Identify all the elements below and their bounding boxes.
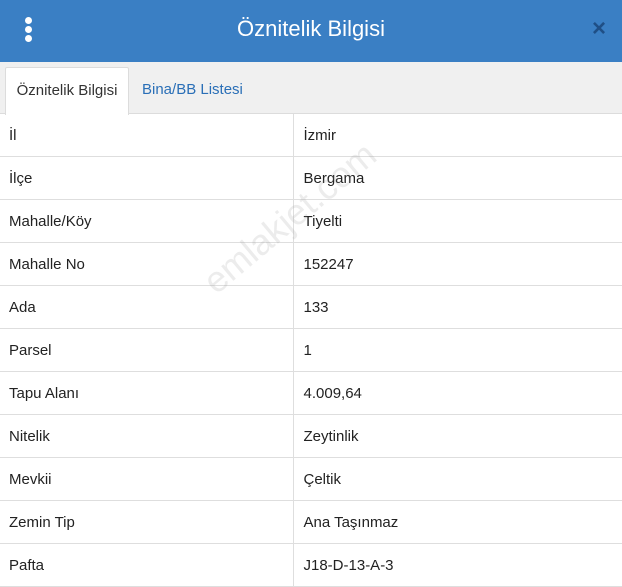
table-row: Pafta J18-D-13-A-3: [0, 543, 622, 587]
attribute-table: İl İzmir İlçe Bergama Mahalle/Köy Tiyelti Maha…: [0, 114, 622, 587]
attribute-value: Çeltik: [292, 457, 622, 501]
attribute-label: İlçe: [0, 156, 293, 200]
table-row: İlçe Bergama: [0, 156, 622, 200]
attribute-label: Mevkii: [0, 457, 293, 501]
table-row: Ada 133: [0, 285, 622, 329]
table-row: Mahalle No 152247: [0, 242, 622, 286]
table-row: Tapu Alanı 4.009,64: [0, 371, 622, 415]
attribute-label: Mahalle No: [0, 242, 293, 286]
attribute-value: 152247: [292, 242, 622, 286]
table-row: Mahalle/Köy Tiyelti: [0, 199, 622, 243]
close-icon[interactable]: ×: [586, 16, 612, 42]
attribute-label: Mahalle/Köy: [0, 199, 293, 243]
attribute-value: Bergama: [292, 156, 622, 200]
table-row: İl İzmir: [0, 114, 622, 157]
attribute-label: Zemin Tip: [0, 500, 293, 544]
tab-bar: Öznitelik Bilgisi Bina/BB Listesi: [0, 62, 622, 115]
attribute-value: Zeytinlik: [292, 414, 622, 458]
attribute-label: Tapu Alanı: [0, 371, 293, 415]
dialog-title: Öznitelik Bilgisi: [237, 16, 385, 41]
table-row: Parsel 1: [0, 328, 622, 372]
attribute-value: İzmir: [292, 114, 622, 157]
title-bar: Öznitelik Bilgisi ×: [0, 0, 622, 62]
table-row: Nitelik Zeytinlik: [0, 414, 622, 458]
attribute-value: 133: [292, 285, 622, 329]
attribute-value: 1: [292, 328, 622, 372]
attribute-value: Tiyelti: [292, 199, 622, 243]
tab-attribute-info[interactable]: Öznitelik Bilgisi: [5, 67, 129, 115]
tab-building-list[interactable]: Bina/BB Listesi: [142, 67, 243, 113]
attribute-label: İl: [0, 114, 293, 157]
attribute-label: Parsel: [0, 328, 293, 372]
attribute-value: J18-D-13-A-3: [292, 543, 622, 587]
attribute-label: Ada: [0, 285, 293, 329]
attribute-value: 4.009,64: [292, 371, 622, 415]
attribute-value: Ana Taşınmaz: [292, 500, 622, 544]
table-row: Mevkii Çeltik: [0, 457, 622, 501]
table-row: Zemin Tip Ana Taşınmaz: [0, 500, 622, 544]
attribute-label: Pafta: [0, 543, 293, 587]
attribute-label: Nitelik: [0, 414, 293, 458]
